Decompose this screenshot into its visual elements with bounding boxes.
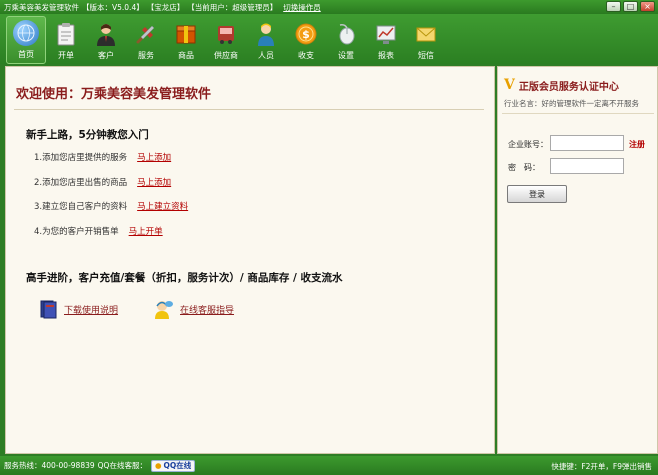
title-bar: 万乘美容美发管理软件 【版本：V5.0.4】 【宝龙店】 【当前用户：超级管理员… [0, 0, 658, 14]
download-manual-link[interactable]: 下载使用说明 [64, 303, 118, 316]
account-input[interactable] [550, 135, 624, 151]
toolbar-label: 商品 [178, 51, 194, 60]
goods-box-icon [173, 21, 199, 47]
toolbar-label: 短信 [418, 51, 434, 60]
auth-subtitle: 行业名言：好的管理软件一定离不开服务 [504, 99, 639, 108]
divider [14, 109, 484, 110]
register-link[interactable]: 注册 [629, 139, 645, 150]
version-info: 【版本：V5.0.4】 [82, 2, 144, 12]
welcome-title: 欢迎使用：万乘美容美发管理软件 [16, 87, 212, 102]
toolbar-label: 客户 [98, 51, 114, 60]
step-row: 4.为您的客户开销售单 马上开单 [34, 225, 163, 237]
toolbar-item-reports[interactable]: 报表 [366, 16, 406, 64]
step-text: 4.为您的客户开销售单 [34, 227, 119, 237]
toolbar-label: 供应商 [214, 51, 238, 60]
settings-mouse-icon [333, 21, 359, 47]
step-row: 3.建立您自己客户的资料 马上建立资料 [34, 200, 188, 212]
staff-icon [253, 21, 279, 47]
switch-operator-link[interactable]: 切换操作员 [283, 2, 321, 13]
toolbar-label: 收支 [298, 51, 314, 60]
divider [502, 113, 654, 114]
member-auth-panel: V 正版会员服务认证中心 行业名言：好的管理软件一定离不开服务 企业账号： 注册… [497, 66, 658, 454]
quickstart-title: 新手上路，5分钟教您入门 [26, 129, 149, 141]
download-manual-row: 下载使用说明 [38, 299, 118, 319]
tools-icon [133, 21, 159, 47]
step-text: 2.添加您店里出售的商品 [34, 178, 128, 188]
step-text: 1.添加您店里提供的服务 [34, 153, 128, 163]
v-logo-icon: V [504, 77, 515, 93]
qq-support-label: QQ在线客服： [97, 461, 147, 470]
toolbar-item-settings[interactable]: 设置 [326, 16, 366, 64]
sms-envelope-icon [413, 21, 439, 47]
minimize-button[interactable]: – [606, 1, 621, 12]
toolbar-item-service[interactable]: 服务 [126, 16, 166, 64]
qq-online-button[interactable]: ● QQ在线 [150, 459, 196, 472]
toolbar-item-finance[interactable]: $ 收支 [286, 16, 326, 64]
shortcut-hint: 快捷键：F2开单，F9弹出销售 [551, 462, 652, 471]
password-input[interactable] [550, 158, 624, 174]
window-controls: – □ × [606, 1, 655, 12]
advanced-title: 高手进阶，客户充值/套餐（折扣，服务计次）/ 商品库存 / 收支流水 [26, 272, 343, 284]
auth-panel-title: V 正版会员服务认证中心 [504, 77, 619, 93]
qq-penguin-icon: ● [154, 461, 162, 470]
close-button[interactable]: × [640, 1, 655, 12]
toolbar-label: 设置 [338, 51, 354, 60]
toolbar-item-staff[interactable]: 人员 [246, 16, 286, 64]
qq-button-label: QQ在线 [163, 461, 192, 470]
report-chart-icon [373, 21, 399, 47]
create-customer-link[interactable]: 马上建立资料 [137, 202, 188, 212]
coin-icon: $ [293, 21, 319, 47]
step-row: 2.添加您店里出售的商品 马上添加 [34, 176, 171, 188]
support-agent-icon [155, 301, 173, 319]
toolbar-label: 报表 [378, 51, 394, 60]
toolbar-item-new-order[interactable]: 开单 [46, 16, 86, 64]
toolbar-label: 首页 [18, 50, 34, 59]
main-toolbar: 首页 开单 客户 服务 商品 供应商 人员 $ 收支 设置 报表 短信 [0, 14, 658, 64]
home-panel: 欢迎使用：万乘美容美发管理软件 新手上路，5分钟教您入门 1.添加您店里提供的服… [5, 66, 495, 454]
online-support-row: 在线客服指导 [154, 299, 234, 319]
supplier-truck-icon [213, 21, 239, 47]
status-bar: 服务热线：400-00-98839 QQ在线客服： ● QQ在线 快捷键：F2开… [0, 456, 658, 475]
toolbar-item-supplier[interactable]: 供应商 [206, 16, 246, 64]
add-service-link[interactable]: 马上添加 [137, 153, 171, 163]
clipboard-icon [53, 21, 79, 47]
toolbar-label: 开单 [58, 51, 74, 60]
toolbar-label: 服务 [138, 51, 154, 60]
toolbar-item-sms[interactable]: 短信 [406, 16, 446, 64]
step-row: 1.添加您店里提供的服务 马上添加 [34, 151, 171, 163]
maximize-button[interactable]: □ [623, 1, 638, 12]
customer-icon [93, 21, 119, 47]
login-button[interactable]: 登录 [507, 185, 567, 203]
svg-text:$: $ [302, 28, 310, 41]
hotline-text: 服务热线：400-00-98839 [4, 461, 95, 470]
current-user: 【当前用户：超级管理员】 [187, 2, 278, 12]
open-order-link[interactable]: 马上开单 [129, 227, 163, 237]
password-label: 密 码： [508, 163, 540, 172]
account-label: 企业账号： [508, 140, 548, 149]
toolbar-label: 人员 [258, 51, 274, 60]
home-globe-icon [13, 20, 39, 46]
toolbar-item-home[interactable]: 首页 [6, 16, 46, 64]
online-support-link[interactable]: 在线客服指导 [180, 303, 234, 316]
toolbar-item-goods[interactable]: 商品 [166, 16, 206, 64]
add-goods-link[interactable]: 马上添加 [137, 178, 171, 188]
manual-book-icon [40, 300, 57, 319]
toolbar-item-customer[interactable]: 客户 [86, 16, 126, 64]
store-name: 【宝龙店】 [146, 2, 185, 12]
step-text: 3.建立您自己客户的资料 [34, 202, 128, 212]
app-name: 万乘美容美发管理软件 [4, 2, 79, 12]
auth-title-text: 正版会员服务认证中心 [518, 81, 619, 93]
